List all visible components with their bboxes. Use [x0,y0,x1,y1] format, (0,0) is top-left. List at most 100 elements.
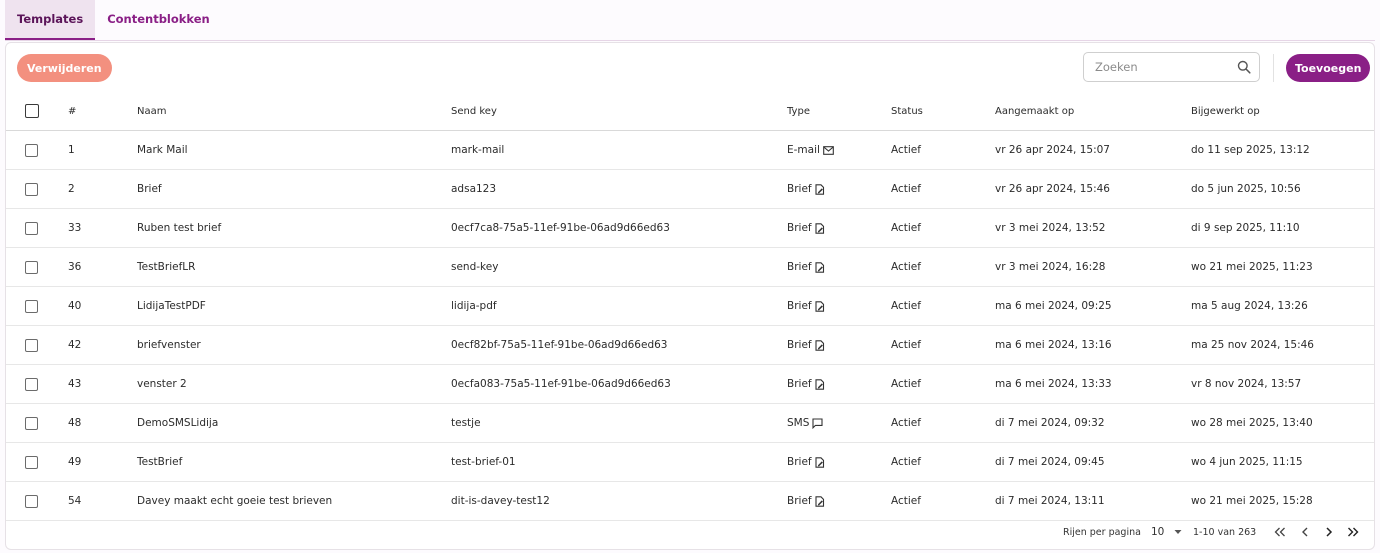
search-box[interactable] [1083,52,1260,82]
table-row[interactable]: 43 venster 2 0ecfa083-75a5-11ef-91be-06ad9… [6,365,1374,404]
row-status: Actief [891,300,921,312]
previous-page-icon[interactable] [1295,514,1315,550]
row-type-label: Brief [787,495,812,507]
row-type: Brief [787,326,825,364]
row-checkbox[interactable] [25,377,38,391]
table-row[interactable]: 49 TestBrief test-brief-01 Brief Actief di 7 … [6,443,1374,482]
document-edit-icon [815,339,825,351]
row-name: Ruben test brief [137,222,222,234]
row-name: TestBriefLR [137,261,196,273]
row-type-label: Brief [787,456,812,468]
column-header-status[interactable]: Status [891,92,923,130]
row-name: DemoSMSLidija [137,417,219,429]
row-type: Brief [787,443,825,481]
document-edit-icon [815,495,825,507]
column-header-type[interactable]: Type [787,92,810,130]
column-header-name[interactable]: Naam [137,92,166,130]
rows-per-page-select[interactable]: 10 [1151,514,1182,550]
row-checkbox[interactable] [25,494,38,508]
document-edit-icon [815,222,825,234]
row-updated: vr 8 nov 2024, 13:57 [1191,378,1302,390]
row-number: 1 [68,144,75,156]
column-header-created[interactable]: Aangemaakt op [995,92,1074,130]
search-input[interactable] [1093,59,1237,75]
row-status: Actief [891,378,921,390]
table-row[interactable]: 36 TestBriefLR send-key Brief Actief vr 3 mei… [6,248,1374,287]
row-name: TestBrief [137,456,183,468]
row-name: Brief [137,183,162,195]
templates-panel: Verwijderen Toevoegen # Naam Send key Ty… [5,42,1375,550]
row-number: 42 [68,339,82,351]
table-row[interactable]: 33 Ruben test brief 0ecf7ca8-75a5-11ef-91b… [6,209,1374,248]
first-page-icon[interactable] [1270,514,1290,550]
table-row[interactable]: 2 Brief adsa123 Brief Actief vr 26 apr 2024, … [6,170,1374,209]
row-send-key: lidija-pdf [451,300,497,312]
table-row[interactable]: 48 DemoSMSLidija testje SMS Actief di 7 mei 2… [6,404,1374,443]
table-row[interactable]: 1 Mark Mail mark-mail E-mail Actief vr 26 apr… [6,131,1374,170]
pagination-range: 1-10 van 263 [1193,526,1257,538]
row-status: Actief [891,144,921,156]
templates-table: # Naam Send key Type Status Aangemaakt o… [6,92,1374,521]
row-number: 40 [68,300,82,312]
row-updated: do 5 jun 2025, 10:56 [1191,183,1301,195]
rows-per-page-label: Rijen per pagina [1063,526,1141,538]
row-type-label: Brief [787,300,812,312]
row-status: Actief [891,261,921,273]
row-created: ma 6 mei 2024, 13:16 [995,339,1112,351]
row-name: LidijaTestPDF [137,300,206,312]
row-number: 33 [68,222,82,234]
search-icon[interactable] [1237,60,1251,74]
row-checkbox[interactable] [25,182,38,196]
row-updated: di 9 sep 2025, 11:10 [1191,222,1300,234]
row-type-label: Brief [787,222,812,234]
row-created: vr 3 mei 2024, 13:52 [995,222,1106,234]
row-send-key: mark-mail [451,144,505,156]
row-number: 43 [68,378,82,390]
row-checkbox[interactable] [25,455,38,469]
next-page-icon[interactable] [1319,514,1339,550]
row-created: vr 26 apr 2024, 15:46 [995,183,1110,195]
column-header-number[interactable]: # [68,92,76,130]
row-type: SMS [787,404,823,442]
row-type-label: Brief [787,378,812,390]
row-created: ma 6 mei 2024, 13:33 [995,378,1112,390]
row-updated: ma 25 nov 2024, 15:46 [1191,339,1314,351]
row-updated: wo 28 mei 2025, 13:40 [1191,417,1313,429]
column-header-updated[interactable]: Bijgewerkt op [1191,92,1260,130]
last-page-icon[interactable] [1343,514,1363,550]
row-checkbox[interactable] [25,416,38,430]
row-checkbox[interactable] [25,143,38,157]
row-send-key: adsa123 [451,183,497,195]
row-type: Brief [787,170,825,208]
row-type: E-mail [787,131,834,169]
row-type: Brief [787,248,825,286]
row-name: venster 2 [137,378,187,390]
row-updated: wo 21 mei 2025, 11:23 [1191,261,1313,273]
column-header-send-key[interactable]: Send key [451,92,497,130]
row-name: briefvenster [137,339,201,351]
row-send-key: 0ecfa083-75a5-11ef-91be-06ad9d66ed63 [451,378,671,390]
row-type-label: E-mail [787,144,820,156]
table-row[interactable]: 40 LidijaTestPDF lidija-pdf Brief Actief ma 6… [6,287,1374,326]
row-checkbox[interactable] [25,338,38,352]
table-row[interactable]: 42 briefvenster 0ecf82bf-75a5-11ef-91be-06… [6,326,1374,365]
row-send-key: test-brief-01 [451,456,516,468]
tab-templates[interactable]: Templates [5,0,96,40]
row-status: Actief [891,183,921,195]
rows-per-page-value: 10 [1151,526,1165,538]
tab-contentblokken[interactable]: Contentblokken [95,0,222,40]
row-checkbox[interactable] [25,221,38,235]
row-updated: do 11 sep 2025, 13:12 [1191,144,1310,156]
select-all-checkbox[interactable] [25,104,39,118]
chevron-down-icon [1174,529,1182,535]
delete-button[interactable]: Verwijderen [17,54,112,82]
row-created: ma 6 mei 2024, 09:25 [995,300,1112,312]
row-type-label: SMS [787,417,810,429]
row-checkbox[interactable] [25,260,38,274]
row-checkbox[interactable] [25,299,38,313]
mail-icon [823,145,834,155]
row-send-key: 0ecf82bf-75a5-11ef-91be-06ad9d66ed63 [451,339,668,351]
add-button[interactable]: Toevoegen [1286,54,1371,82]
row-number: 36 [68,261,82,273]
row-type-label: Brief [787,339,812,351]
